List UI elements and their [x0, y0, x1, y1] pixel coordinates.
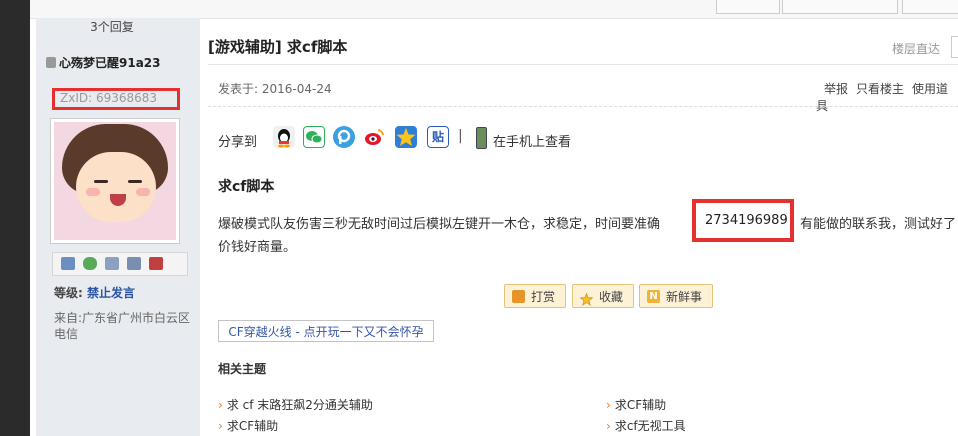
profile-card-icon[interactable]: [127, 257, 141, 270]
pengyou-icon[interactable]: [333, 126, 355, 148]
share-label: 分享到: [218, 135, 258, 150]
reply-count: 3个回复: [90, 20, 134, 34]
coin-icon: [512, 290, 525, 303]
level-label: 等级:: [54, 286, 83, 300]
content-text-tail: 有能做的联系我，测试好了: [800, 217, 957, 232]
news-label: 新鲜事: [666, 290, 703, 304]
thread-title: [游戏辅助] 求cf脚本: [208, 38, 348, 56]
view-posts-icon[interactable]: [105, 257, 119, 270]
wechat-icon[interactable]: [303, 126, 325, 148]
post-actions: 举报 只看楼主 使用道具: [816, 80, 958, 114]
divider: [208, 64, 958, 65]
toolbar-button[interactable]: [902, 0, 958, 14]
author-name[interactable]: 心殇梦已醒91a23: [46, 54, 161, 71]
arrow-icon: ›: [606, 398, 611, 412]
arrow-icon: ›: [218, 398, 223, 412]
tieba-icon[interactable]: 贴: [427, 126, 449, 148]
related-item[interactable]: › 求CF辅助: [218, 417, 278, 434]
author-name-text: 心殇梦已醒91a23: [59, 56, 161, 70]
user-level: 等级: 禁止发言: [54, 284, 135, 301]
report-link[interactable]: 举报: [824, 82, 848, 96]
blocks-icon[interactable]: [149, 257, 163, 270]
reward-label: 打赏: [531, 290, 556, 304]
weibo-icon[interactable]: [363, 126, 385, 148]
avatar[interactable]: [50, 118, 180, 244]
avatar-image: [54, 122, 176, 240]
qq-icon[interactable]: [273, 126, 295, 148]
related-item[interactable]: › 求cf无视工具: [606, 417, 686, 434]
news-icon: N: [647, 290, 660, 303]
divider: [208, 106, 958, 108]
level-value-link[interactable]: 禁止发言: [87, 286, 135, 300]
toolbar-button[interactable]: [716, 0, 780, 14]
content-text-line2: 价钱好商量。: [218, 240, 297, 255]
favorite-label: 收藏: [599, 290, 624, 304]
post-date: 发表于: 2016-04-24: [218, 82, 332, 96]
mobile-view-link[interactable]: 在手机上查看: [493, 131, 571, 150]
arrow-icon: ›: [218, 419, 223, 433]
user-origin: 来自:广东省广州市白云区电信: [54, 311, 191, 341]
related-title: 相关主题: [218, 362, 267, 376]
qzone-icon[interactable]: [395, 126, 417, 148]
toolbar-button[interactable]: [782, 0, 898, 14]
user-action-icons: [52, 252, 188, 276]
mobile-phone-icon: [476, 127, 487, 149]
floor-jump-input[interactable]: [951, 36, 958, 58]
star-icon: [579, 290, 594, 306]
arrow-icon: ›: [606, 419, 611, 433]
promo-link[interactable]: CF穿越火线 - 点开玩一下又不会怀孕: [218, 320, 434, 342]
add-friend-icon[interactable]: [83, 257, 97, 270]
mail-icon[interactable]: [61, 257, 75, 270]
only-author-link[interactable]: 只看楼主: [856, 82, 904, 96]
zxid-label: ZxID: 69368683: [60, 91, 158, 105]
floor-jump-label: 楼层直达: [892, 42, 941, 56]
user-status-icon: [46, 57, 56, 68]
news-button[interactable]: N 新鲜事: [639, 284, 713, 308]
favorite-button[interactable]: 收藏: [572, 284, 634, 308]
related-item[interactable]: › 求 cf 末路狂飙2分通关辅助: [218, 396, 373, 413]
reward-button[interactable]: 打赏: [504, 284, 566, 308]
content-title: 求cf脚本: [218, 179, 275, 195]
related-item[interactable]: › 求CF辅助: [606, 396, 666, 413]
qq-number: 2734196989: [705, 213, 788, 228]
forum-page: 3个回复 心殇梦已醒91a23 ZxID: 69368683 等级: 禁止发言 …: [30, 0, 958, 436]
share-divider: |: [458, 128, 463, 144]
top-toolbar: [30, 0, 958, 19]
content-text: 爆破模式队友伤害三秒无敌时间过后模拟左键开一木仓，求稳定，时间要准确: [218, 217, 661, 232]
